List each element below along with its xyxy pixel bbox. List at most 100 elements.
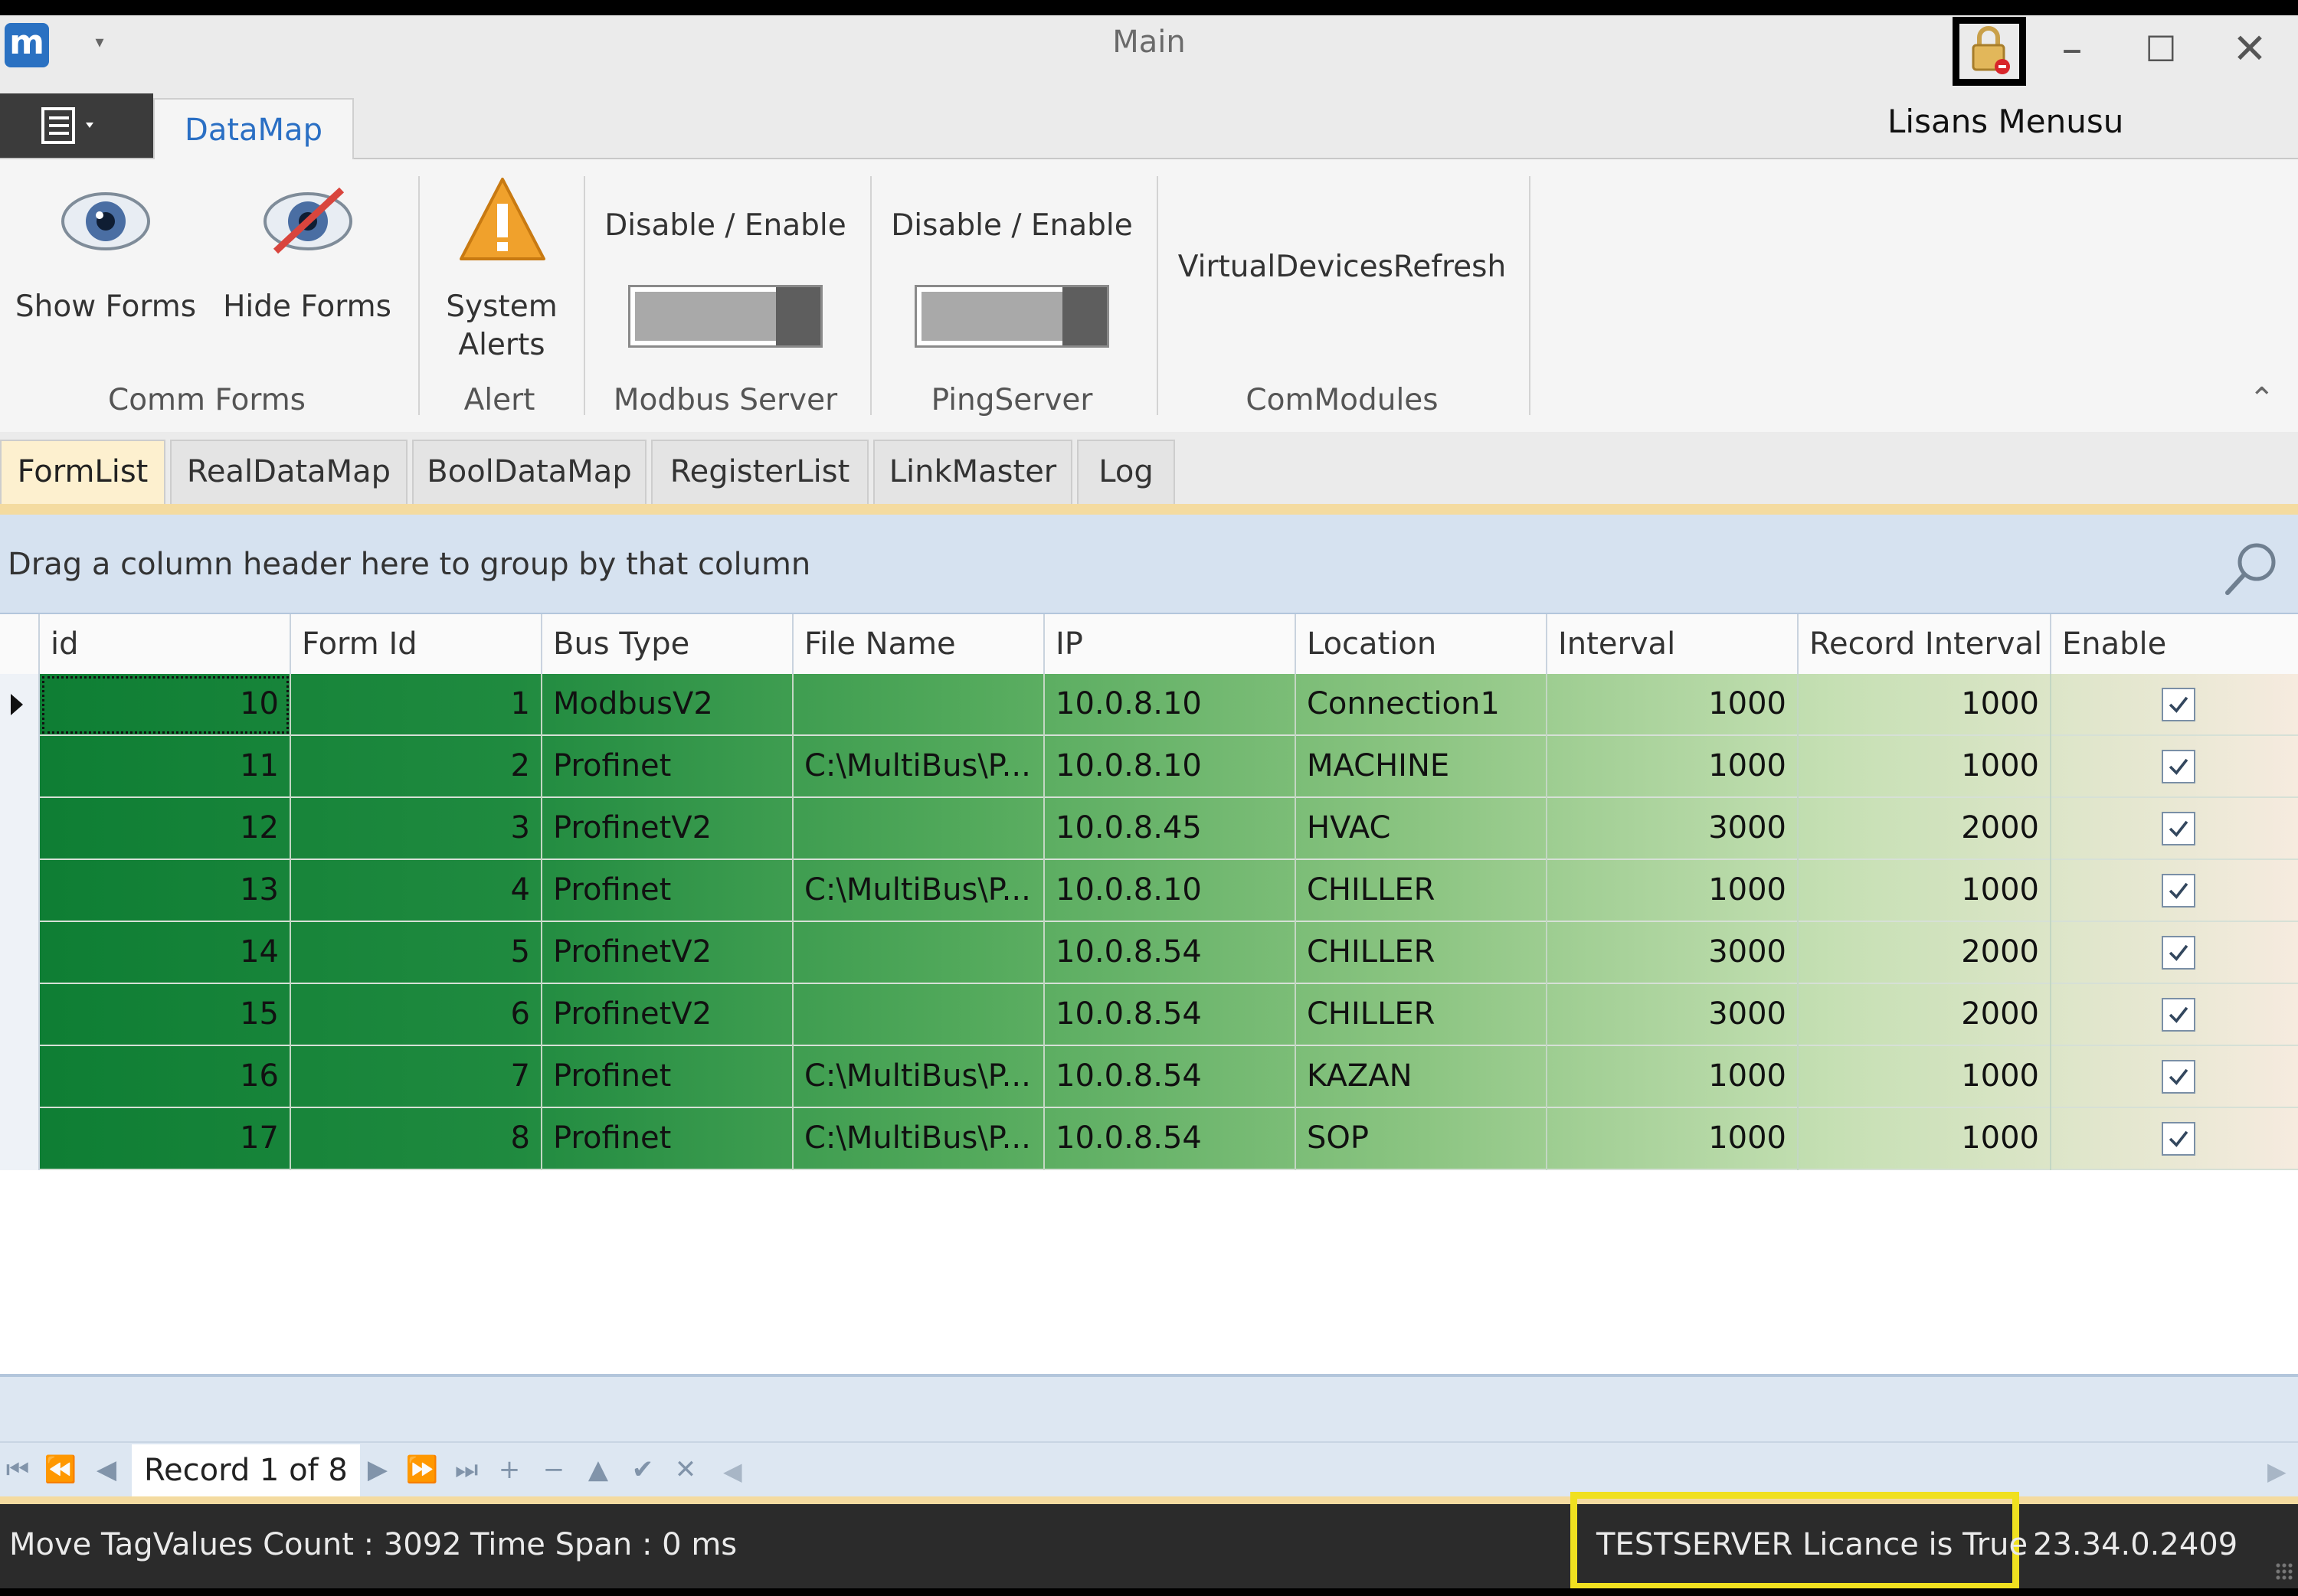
column-header-record-interval[interactable]: Record Interval <box>1799 614 2051 674</box>
cell-file-name[interactable]: C:\MultiBus\P... <box>794 1108 1045 1170</box>
scroll-right-icon[interactable]: ▶ <box>2267 1457 2287 1486</box>
cell-location[interactable]: CHILLER <box>1296 860 1547 922</box>
license-lock-button[interactable] <box>1953 17 2026 86</box>
delete-record-button[interactable]: − <box>536 1450 571 1489</box>
show-forms-button[interactable]: Show Forms <box>8 175 204 343</box>
cell-id[interactable]: 11 <box>40 736 291 798</box>
hide-forms-button[interactable]: Hide Forms <box>222 175 392 343</box>
column-header-bus-type[interactable]: Bus Type <box>542 614 794 674</box>
tab-booldatamap[interactable]: BoolDataMap <box>412 440 647 504</box>
table-row[interactable]: 12 3 ProfinetV2 10.0.8.45 HVAC 3000 2000 <box>0 798 2298 860</box>
column-header-interval[interactable]: Interval <box>1547 614 1799 674</box>
cell-bus-type[interactable]: Profinet <box>542 860 794 922</box>
column-header-ip[interactable]: IP <box>1045 614 1296 674</box>
column-header-location[interactable]: Location <box>1296 614 1547 674</box>
group-by-panel[interactable]: Drag a column header here to group by th… <box>0 515 2298 614</box>
cell-interval[interactable]: 3000 <box>1547 984 1799 1046</box>
cell-record-interval[interactable]: 1000 <box>1799 1108 2051 1170</box>
cell-bus-type[interactable]: ProfinetV2 <box>542 984 794 1046</box>
prev-record-button[interactable]: ◀ <box>89 1450 124 1489</box>
system-alerts-button[interactable]: System Alerts <box>429 175 574 374</box>
cell-form-id[interactable]: 3 <box>291 798 542 860</box>
cell-ip[interactable]: 10.0.8.54 <box>1045 1046 1296 1108</box>
append-record-button[interactable]: + <box>492 1450 527 1489</box>
cell-record-interval[interactable]: 1000 <box>1799 1046 2051 1108</box>
row-indicator[interactable] <box>0 984 40 1046</box>
cell-form-id[interactable]: 6 <box>291 984 542 1046</box>
tab-datamap[interactable]: DataMap <box>153 98 354 159</box>
tab-realdatamap[interactable]: RealDataMap <box>170 440 408 504</box>
cell-record-interval[interactable]: 2000 <box>1799 922 2051 984</box>
cell-file-name[interactable] <box>794 674 1045 736</box>
cell-interval[interactable]: 3000 <box>1547 798 1799 860</box>
cell-file-name[interactable] <box>794 984 1045 1046</box>
close-button[interactable]: ✕ <box>2215 20 2284 78</box>
cell-file-name[interactable] <box>794 798 1045 860</box>
next-page-button[interactable]: ⏩ <box>404 1450 440 1489</box>
row-indicator[interactable] <box>0 674 40 736</box>
table-row[interactable]: 16 7 Profinet C:\MultiBus\P... 10.0.8.54… <box>0 1046 2298 1108</box>
cell-id[interactable]: 16 <box>40 1046 291 1108</box>
cell-form-id[interactable]: 4 <box>291 860 542 922</box>
cell-ip[interactable]: 10.0.8.10 <box>1045 860 1296 922</box>
cell-id[interactable]: 15 <box>40 984 291 1046</box>
cell-ip[interactable]: 10.0.8.54 <box>1045 1108 1296 1170</box>
tab-log[interactable]: Log <box>1077 440 1175 504</box>
table-row[interactable]: 15 6 ProfinetV2 10.0.8.54 CHILLER 3000 2… <box>0 984 2298 1046</box>
enable-checkbox[interactable] <box>2162 1060 2195 1094</box>
last-record-button[interactable]: ⏭ <box>449 1450 484 1489</box>
cell-interval[interactable]: 1000 <box>1547 1046 1799 1108</box>
cell-id[interactable]: 10 <box>40 674 291 736</box>
end-edit-button[interactable]: ✔ <box>625 1450 660 1489</box>
cell-bus-type[interactable]: Profinet <box>542 736 794 798</box>
row-indicator[interactable] <box>0 798 40 860</box>
tab-linkmaster[interactable]: LinkMaster <box>873 440 1072 504</box>
enable-checkbox[interactable] <box>2162 1122 2195 1156</box>
cell-form-id[interactable]: 8 <box>291 1108 542 1170</box>
cell-location[interactable]: HVAC <box>1296 798 1547 860</box>
application-menu-button[interactable] <box>0 93 153 158</box>
ping-server-toggle[interactable] <box>915 285 1109 348</box>
cell-location[interactable]: KAZAN <box>1296 1046 1547 1108</box>
next-record-button[interactable]: ▶ <box>360 1450 395 1489</box>
cell-ip[interactable]: 10.0.8.54 <box>1045 984 1296 1046</box>
cell-id[interactable]: 14 <box>40 922 291 984</box>
column-header-form-id[interactable]: Form Id <box>291 614 542 674</box>
cell-id[interactable]: 12 <box>40 798 291 860</box>
cell-location[interactable]: SOP <box>1296 1108 1547 1170</box>
table-row[interactable]: 11 2 Profinet C:\MultiBus\P... 10.0.8.10… <box>0 736 2298 798</box>
enable-checkbox[interactable] <box>2162 812 2195 845</box>
search-icon[interactable] <box>2221 538 2283 599</box>
cell-interval[interactable]: 1000 <box>1547 860 1799 922</box>
column-header-file-name[interactable]: File Name <box>794 614 1045 674</box>
cell-interval[interactable]: 3000 <box>1547 922 1799 984</box>
cell-record-interval[interactable]: 1000 <box>1799 736 2051 798</box>
cell-location[interactable]: Connection1 <box>1296 674 1547 736</box>
tab-formlist[interactable]: FormList <box>0 440 165 504</box>
cell-ip[interactable]: 10.0.8.54 <box>1045 922 1296 984</box>
cell-record-interval[interactable]: 1000 <box>1799 860 2051 922</box>
cell-record-interval[interactable]: 2000 <box>1799 798 2051 860</box>
cell-interval[interactable]: 1000 <box>1547 1108 1799 1170</box>
cell-bus-type[interactable]: Profinet <box>542 1108 794 1170</box>
cell-id[interactable]: 17 <box>40 1108 291 1170</box>
cell-file-name[interactable]: C:\MultiBus\P... <box>794 860 1045 922</box>
cell-file-name[interactable] <box>794 922 1045 984</box>
cell-file-name[interactable]: C:\MultiBus\P... <box>794 1046 1045 1108</box>
resize-grip-icon[interactable] <box>2275 1562 2293 1581</box>
cancel-edit-button[interactable]: ✕ <box>668 1450 703 1489</box>
cell-form-id[interactable]: 1 <box>291 674 542 736</box>
cell-interval[interactable]: 1000 <box>1547 736 1799 798</box>
modbus-server-toggle[interactable] <box>628 285 823 348</box>
row-indicator[interactable] <box>0 922 40 984</box>
enable-checkbox[interactable] <box>2162 936 2195 970</box>
maximize-button[interactable]: ☐ <box>2126 20 2195 78</box>
cell-location[interactable]: MACHINE <box>1296 736 1547 798</box>
cell-ip[interactable]: 10.0.8.10 <box>1045 736 1296 798</box>
cell-bus-type[interactable]: ProfinetV2 <box>542 922 794 984</box>
cell-file-name[interactable]: C:\MultiBus\P... <box>794 736 1045 798</box>
column-header-enable[interactable]: Enable <box>2051 614 2298 674</box>
cell-bus-type[interactable]: ProfinetV2 <box>542 798 794 860</box>
column-header-id[interactable]: id <box>40 614 291 674</box>
cell-form-id[interactable]: 7 <box>291 1046 542 1108</box>
